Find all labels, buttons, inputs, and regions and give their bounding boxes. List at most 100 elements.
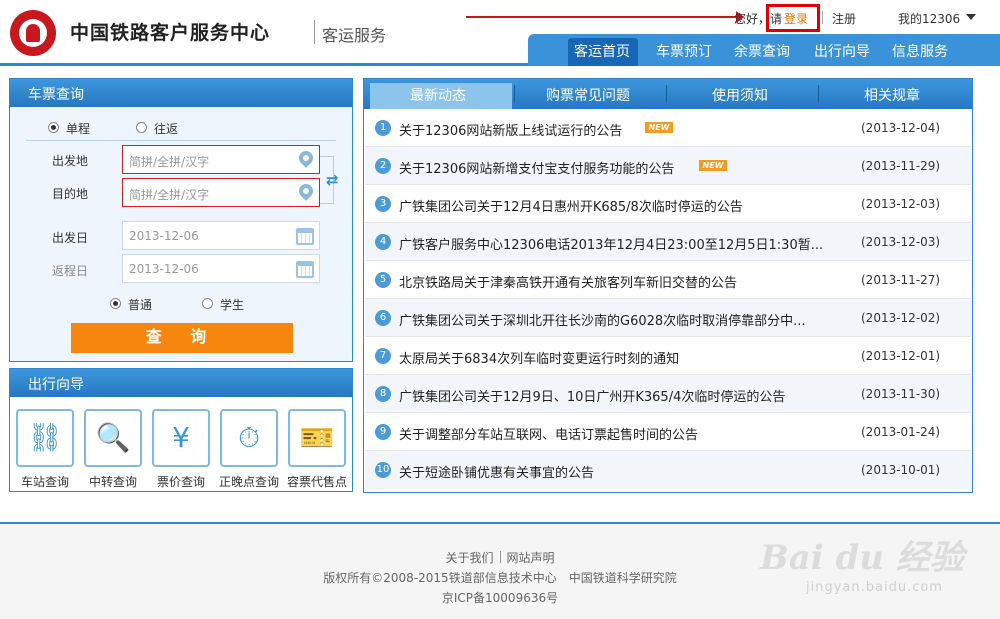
guide-label: 正晚点查询 [218, 475, 279, 489]
new-badge: NEW [645, 122, 673, 133]
news-date: (2013-12-03) [861, 235, 941, 249]
header-divider [822, 11, 823, 24]
from-label: 出发地 [52, 154, 89, 168]
news-title[interactable]: 广铁集团公司关于深圳北开往长沙南的G6028次临时取消停靠部分中... [399, 310, 806, 329]
nav-item-travel-guide[interactable]: 出行向导 [814, 41, 870, 61]
nav-item-home[interactable]: 客运首页 [574, 41, 630, 61]
adult-ticket-radio[interactable] [110, 298, 121, 309]
footer-divider [499, 551, 501, 563]
news-date: (2013-12-04) [861, 121, 941, 135]
news-date: (2013-11-29) [861, 159, 941, 173]
from-placeholder: 简拼/全拼/汉字 [129, 155, 210, 169]
tab-regulations[interactable]: 相关规章 [864, 85, 920, 105]
news-date: (2013-11-27) [861, 273, 941, 287]
student-ticket-label[interactable]: 学生 [220, 296, 244, 313]
travel-guide-title: 出行向导 [10, 369, 352, 397]
to-placeholder: 简拼/全拼/汉字 [129, 188, 210, 202]
return-date-label: 返程日 [52, 264, 89, 278]
news-number: 10 [375, 462, 391, 478]
nav-item-remaining-tickets[interactable]: 余票查询 [734, 41, 790, 61]
site-statement-link[interactable]: 网站声明 [507, 551, 555, 565]
depart-date-value: 2013-12-06 [129, 229, 199, 243]
news-item[interactable]: 8 广铁集团公司关于12月9日、10日广州开K365/4次临时停运的公告 (20… [365, 375, 971, 413]
fare-icon: ¥ [172, 421, 190, 454]
news-item[interactable]: 2 关于12306网站新增支付宝支付服务功能的公告 NEW (2013-11-2… [365, 147, 971, 185]
nav-item-booking[interactable]: 车票预订 [656, 41, 712, 61]
tab-usage-notes[interactable]: 使用须知 [712, 85, 768, 105]
tab-divider [514, 85, 515, 103]
ticket-query-title: 车票查询 [10, 79, 352, 107]
news-item[interactable]: 5 北京铁路局关于津秦高铁开通有关旅客列车新旧交替的公告 (2013-11-27… [365, 261, 971, 299]
login-link[interactable]: 登录 [784, 10, 808, 27]
guide-label: 票价查询 [156, 475, 205, 489]
news-date: (2013-11-30) [861, 387, 941, 401]
news-title[interactable]: 太原局关于6834次列车临时变更运行时刻的通知 [399, 348, 679, 367]
news-date: (2013-12-02) [861, 311, 941, 325]
station-icon: ⛓ [27, 421, 63, 454]
page: 中国铁路客户服务中心 客运服务 您好，请 登录 注册 我的12306 客运首页 … [0, 0, 1000, 619]
news-title[interactable]: 关于调整部分车站互联网、电话订票起售时间的公告 [399, 424, 698, 443]
news-title[interactable]: 广铁客户服务中心12306电话2013年12月4日23:00至12月5日1:30… [399, 234, 823, 253]
depart-date-input[interactable]: 2013-12-06 [122, 221, 320, 250]
clock-icon: ⏱ [238, 421, 260, 454]
from-station-input[interactable]: 简拼/全拼/汉字 [122, 145, 320, 174]
news-date: (2013-01-24) [861, 425, 941, 439]
tab-latest-news[interactable]: 最新动态 [410, 85, 466, 105]
news-number: 4 [375, 234, 391, 250]
title-divider [314, 20, 315, 44]
news-item[interactable]: 10 关于短途卧铺优惠有关事宜的公告 (2013-10-01) [365, 451, 971, 489]
travel-guide-panel: 出行向导 ⛓ 车站查询 🔍 中转查询 ¥ 票价查询 ⏱ 正晚点查询 🎫 容票代售… [9, 368, 353, 492]
swap-stations-icon[interactable]: ⇄ [326, 171, 342, 189]
guide-icon-frame: ⛓ [16, 409, 74, 467]
site-title[interactable]: 中国铁路客户服务中心 [70, 18, 270, 45]
tab-faq[interactable]: 购票常见问题 [546, 85, 630, 105]
query-button[interactable]: 查 询 [71, 323, 293, 353]
location-pin-icon[interactable] [296, 148, 316, 168]
annotation-arrow [466, 11, 744, 23]
transfer-search-icon: 🔍 [95, 421, 131, 454]
calendar-icon[interactable] [296, 228, 314, 245]
news-title[interactable]: 广铁集团公司关于12月4日惠州开K685/8次临时停运的公告 [399, 196, 743, 215]
news-title[interactable]: 广铁集团公司关于12月9日、10日广州开K365/4次临时停运的公告 [399, 386, 785, 405]
new-badge: NEW [699, 160, 727, 171]
my-account-menu[interactable]: 我的12306 [898, 10, 960, 27]
news-item[interactable]: 9 关于调整部分车站互联网、电话订票起售时间的公告 (2013-01-24) [365, 413, 971, 451]
news-item[interactable]: 4 广铁客户服务中心12306电话2013年12月4日23:00至12月5日1:… [365, 223, 971, 261]
one-way-radio[interactable] [48, 122, 59, 133]
news-date: (2013-12-01) [861, 349, 941, 363]
news-tabs: 最新动态 购票常见问题 使用须知 相关规章 [364, 79, 972, 109]
news-title[interactable]: 关于短途卧铺优惠有关事宜的公告 [399, 462, 594, 481]
chevron-down-icon[interactable] [966, 14, 976, 20]
guide-label: 容票代售点 [286, 475, 347, 489]
guide-icon-frame: ⏱ [220, 409, 278, 467]
railway-logo-icon[interactable] [10, 10, 56, 56]
student-ticket-radio[interactable] [202, 298, 213, 309]
news-item[interactable]: 7 太原局关于6834次列车临时变更运行时刻的通知 (2013-12-01) [365, 337, 971, 375]
return-date-input[interactable]: 2013-12-06 [122, 254, 320, 283]
adult-ticket-label[interactable]: 普通 [128, 296, 152, 313]
one-way-label[interactable]: 单程 [66, 120, 90, 137]
about-us-link[interactable]: 关于我们 [445, 551, 493, 565]
news-number: 8 [375, 386, 391, 402]
news-number: 3 [375, 196, 391, 212]
news-item[interactable]: 1 关于12306网站新版上线试运行的公告 NEW (2013-12-04) [365, 109, 971, 147]
news-number: 2 [375, 158, 391, 174]
news-title[interactable]: 北京铁路局关于津秦高铁开通有关旅客列车新旧交替的公告 [399, 272, 737, 291]
news-title[interactable]: 关于12306网站新版上线试运行的公告 [399, 120, 622, 139]
nav-item-info-service[interactable]: 信息服务 [892, 41, 948, 61]
round-trip-radio[interactable] [136, 122, 147, 133]
site-subtitle: 客运服务 [322, 26, 387, 45]
news-item[interactable]: 3 广铁集团公司关于12月4日惠州开K685/8次临时停运的公告 (2013-1… [365, 185, 971, 223]
news-item[interactable]: 6 广铁集团公司关于深圳北开往长沙南的G6028次临时取消停靠部分中... (2… [365, 299, 971, 337]
round-trip-label[interactable]: 往返 [154, 120, 178, 137]
location-pin-icon[interactable] [296, 181, 316, 201]
ticket-query-body: 单程 往返 出发地 简拼/全拼/汉字 目的地 简拼/全拼/汉字 ⇄ 出发日 20… [10, 107, 352, 361]
ticket-agency-icon: 🎫 [299, 421, 335, 454]
return-date-value: 2013-12-06 [129, 262, 199, 276]
to-label: 目的地 [52, 187, 89, 201]
site-header: 中国铁路客户服务中心 客运服务 您好，请 登录 注册 我的12306 客运首页 … [0, 0, 1000, 66]
register-link[interactable]: 注册 [832, 10, 856, 27]
news-title[interactable]: 关于12306网站新增支付宝支付服务功能的公告 [399, 158, 674, 177]
to-station-input[interactable]: 简拼/全拼/汉字 [122, 178, 320, 207]
calendar-icon[interactable] [296, 261, 314, 278]
